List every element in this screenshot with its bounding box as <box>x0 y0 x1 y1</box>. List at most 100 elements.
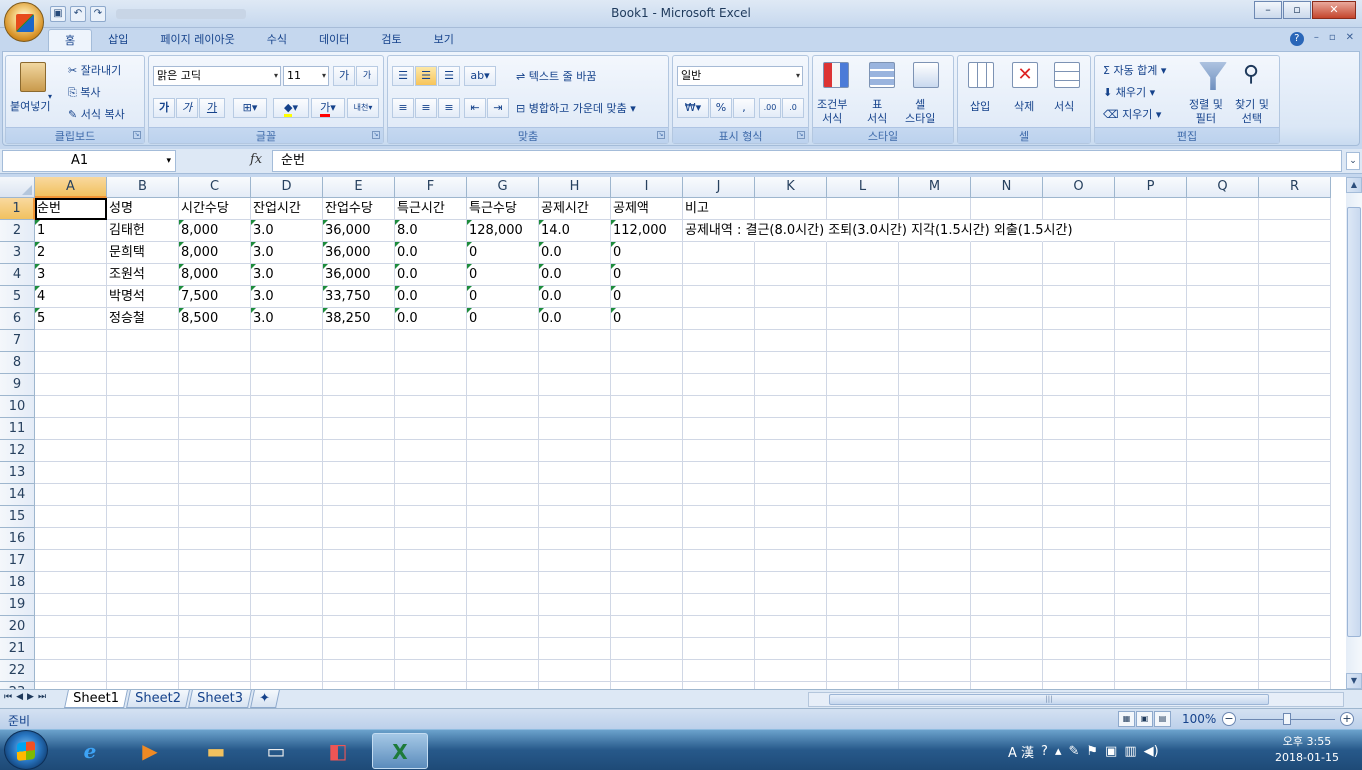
cell[interactable] <box>899 352 971 374</box>
percent-button[interactable]: % <box>710 98 732 118</box>
scroll-up-icon[interactable]: ▲ <box>1346 177 1362 193</box>
cell[interactable] <box>899 198 971 220</box>
cell[interactable] <box>1187 264 1259 286</box>
presentation-app-icon[interactable]: ◧ <box>310 733 366 769</box>
cell[interactable] <box>1259 396 1331 418</box>
cell[interactable] <box>683 682 755 689</box>
wrap-text-button[interactable]: ⇌ 텍스트 줄 바꿈 <box>516 68 596 84</box>
cell[interactable]: 순번 <box>35 198 107 220</box>
paste-button[interactable]: 붙여넣기 <box>10 98 50 114</box>
volume-icon[interactable]: ◀) <box>1144 744 1159 759</box>
horizontal-scrollbar[interactable]: ||| <box>808 692 1344 707</box>
grow-font-button[interactable]: 가 <box>333 66 355 86</box>
row-header[interactable]: 19 <box>0 594 35 616</box>
cell[interactable] <box>539 594 611 616</box>
cell[interactable]: 0.0 <box>395 242 467 264</box>
tab-data[interactable]: 데이터 <box>303 29 365 51</box>
cell[interactable]: 3.0 <box>251 264 323 286</box>
cell[interactable] <box>179 506 251 528</box>
column-header[interactable]: J <box>683 177 755 198</box>
cell[interactable] <box>971 286 1043 308</box>
cell[interactable] <box>1115 198 1187 220</box>
align-middle-button[interactable]: ☰ <box>415 66 437 86</box>
font-size-select[interactable]: 11 ▾ <box>283 66 329 86</box>
cell[interactable] <box>755 528 827 550</box>
cell[interactable]: 3 <box>35 264 107 286</box>
cell[interactable] <box>251 550 323 572</box>
cell[interactable] <box>251 484 323 506</box>
cell[interactable]: 공제액 <box>611 198 683 220</box>
cell[interactable] <box>1187 682 1259 689</box>
cell[interactable]: 0 <box>611 308 683 330</box>
cell[interactable] <box>683 462 755 484</box>
cell[interactable] <box>539 682 611 689</box>
cell[interactable] <box>35 616 107 638</box>
cell[interactable]: 공제시간 <box>539 198 611 220</box>
column-header[interactable]: H <box>539 177 611 198</box>
cell[interactable] <box>35 660 107 682</box>
cell[interactable] <box>1259 198 1331 220</box>
cell[interactable]: 0 <box>467 264 539 286</box>
cell[interactable] <box>683 572 755 594</box>
cell[interactable] <box>827 462 899 484</box>
vertical-scrollbar[interactable]: ▲ ▼ <box>1346 177 1362 689</box>
cell[interactable] <box>611 572 683 594</box>
cell[interactable]: 1 <box>35 220 107 242</box>
cell[interactable] <box>1259 286 1331 308</box>
insert-function-icon[interactable]: fx <box>250 152 262 167</box>
cell[interactable] <box>827 374 899 396</box>
cell[interactable]: 박명석 <box>107 286 179 308</box>
cell[interactable] <box>35 418 107 440</box>
fill-color-button[interactable]: ◆▾ <box>273 98 309 118</box>
tab-home[interactable]: 홈 <box>48 29 93 51</box>
expand-formula-bar-icon[interactable]: ⌄ <box>1346 152 1360 170</box>
cell[interactable] <box>395 594 467 616</box>
tab-view[interactable]: 보기 <box>418 29 470 51</box>
cell[interactable] <box>899 594 971 616</box>
cell[interactable] <box>539 352 611 374</box>
cell[interactable] <box>1043 462 1115 484</box>
cell[interactable] <box>395 418 467 440</box>
cell[interactable]: 0.0 <box>539 264 611 286</box>
cell[interactable] <box>683 308 755 330</box>
cell[interactable] <box>611 462 683 484</box>
cell[interactable] <box>683 594 755 616</box>
cell[interactable] <box>971 198 1043 220</box>
cell[interactable] <box>827 396 899 418</box>
cell[interactable] <box>323 418 395 440</box>
row-header[interactable]: 7 <box>0 330 35 352</box>
cell[interactable]: 3.0 <box>251 242 323 264</box>
cell[interactable] <box>539 462 611 484</box>
cell[interactable] <box>107 330 179 352</box>
cell[interactable] <box>827 198 899 220</box>
cell-styles-button[interactable]: 셀 스타일 <box>905 98 935 126</box>
cell[interactable] <box>323 484 395 506</box>
cell[interactable] <box>1115 638 1187 660</box>
cell[interactable] <box>1187 396 1259 418</box>
cell[interactable] <box>179 330 251 352</box>
cell[interactable]: 조원석 <box>107 264 179 286</box>
format-painter-button[interactable]: ✎ 서식 복사 <box>68 106 125 122</box>
cell[interactable] <box>683 330 755 352</box>
cell[interactable] <box>395 660 467 682</box>
cell[interactable] <box>971 242 1043 264</box>
cell[interactable] <box>35 396 107 418</box>
cell[interactable] <box>35 462 107 484</box>
ime-help-icon[interactable]: ? <box>1041 744 1048 759</box>
cell[interactable]: 김태헌 <box>107 220 179 242</box>
cell[interactable] <box>1187 352 1259 374</box>
tab-review[interactable]: 검토 <box>365 29 417 51</box>
cell[interactable] <box>107 418 179 440</box>
cell[interactable] <box>395 484 467 506</box>
decrease-decimal-button[interactable]: .0 <box>782 98 804 118</box>
cell[interactable] <box>611 638 683 660</box>
cell[interactable] <box>1115 572 1187 594</box>
cell[interactable] <box>1115 616 1187 638</box>
cell[interactable] <box>1187 286 1259 308</box>
cell[interactable] <box>395 638 467 660</box>
cell[interactable] <box>251 440 323 462</box>
cell[interactable] <box>611 484 683 506</box>
column-header[interactable]: D <box>251 177 323 198</box>
cell[interactable] <box>1115 462 1187 484</box>
format-as-table-button[interactable]: 표 서식 <box>867 98 887 126</box>
